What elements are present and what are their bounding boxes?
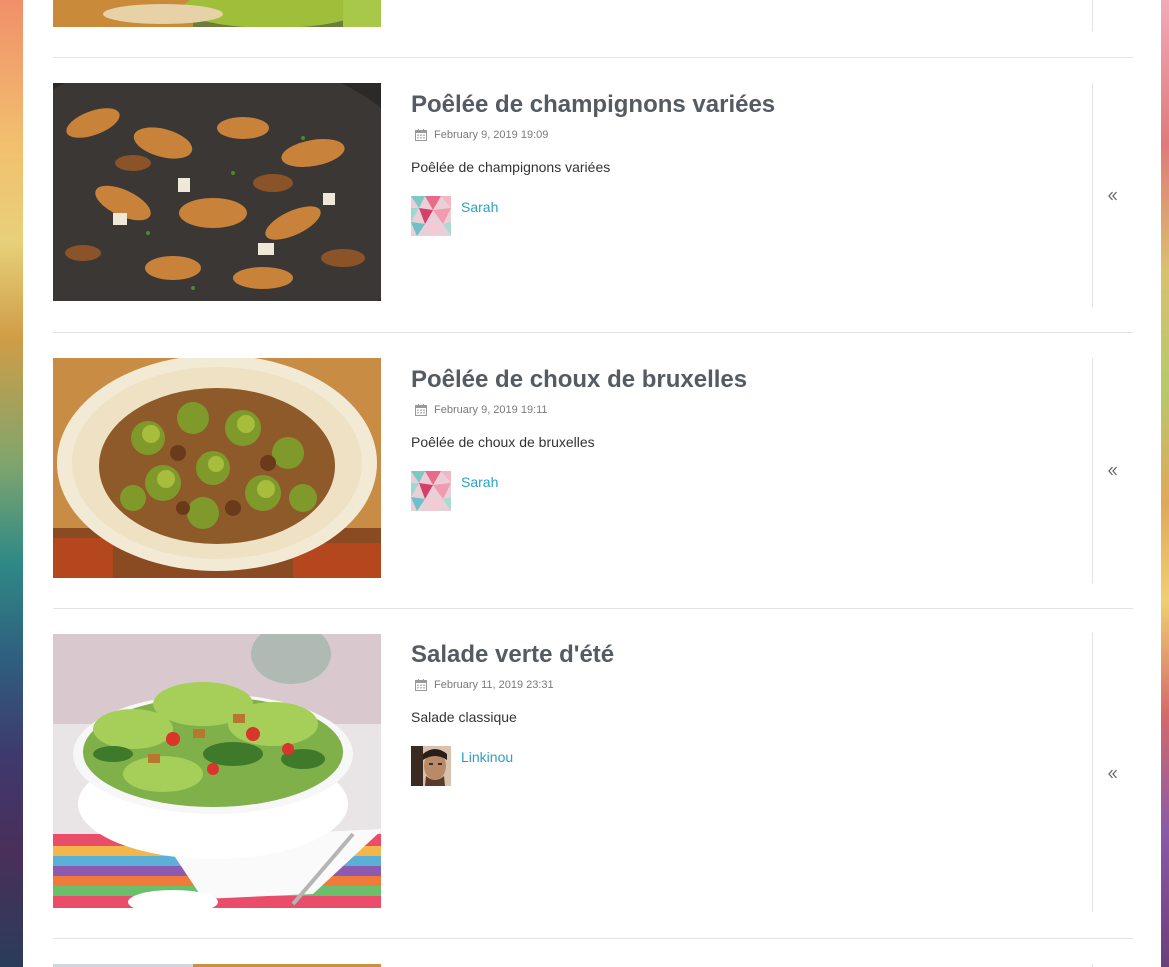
recipe-item: Poêlée de choux de bruxelles February 9,… [53,358,1133,583]
avatar[interactable] [411,471,451,511]
recipe-author: Linkinou [411,746,1071,786]
recipe-description: Poêlée de choux de bruxelles [411,434,595,450]
recipe-date: February 9, 2019 19:09 [411,128,1071,142]
calendar-icon [415,129,427,141]
recipe-list-panel: Poêlée de champignons variées February 9… [23,0,1161,967]
row-divider [53,938,1133,939]
recipe-item: Poêlée de champignons variées February 9… [53,83,1133,307]
recipe-date: February 11, 2019 23:31 [411,678,1071,692]
actions-column [1092,358,1134,583]
calendar-icon [415,679,427,691]
recipe-date-text: February 9, 2019 19:11 [434,404,548,416]
recipe-title[interactable]: Salade verte d'été [411,641,1071,669]
recipe-author: Sarah [411,196,1071,236]
recipe-description: Poêlée de champignons variées [411,159,611,175]
row-divider [53,57,1133,58]
recipe-date: February 9, 2019 19:11 [411,403,1071,417]
recipe-image[interactable] [53,358,381,578]
row-divider [53,332,1133,333]
actions-column [1092,83,1134,307]
row-divider [53,608,1133,609]
recipe-image[interactable] [53,634,381,908]
recipe-content: Poêlée de champignons variées February 9… [411,91,1071,236]
recipe-title[interactable]: Poêlée de choux de bruxelles [411,366,1071,394]
double-chevron-left-icon[interactable] [1106,464,1120,478]
recipe-image[interactable] [53,83,381,301]
recipe-title[interactable]: Poêlée de champignons variées [411,91,1071,119]
recipe-image-previous[interactable] [53,0,381,27]
background-pattern-left [0,0,23,967]
actions-column-previous [1092,0,1134,31]
recipe-date-text: February 11, 2019 23:31 [434,679,554,691]
double-chevron-left-icon[interactable] [1106,189,1120,203]
recipe-item: Salade verte d'été February 11, 2019 23:… [53,633,1133,912]
recipe-description: Salade classique [411,709,517,725]
avatar[interactable] [411,196,451,236]
author-link[interactable]: Sarah [461,199,498,215]
avatar[interactable] [411,746,451,786]
author-link[interactable]: Sarah [461,474,498,490]
double-chevron-left-icon[interactable] [1106,767,1120,781]
recipe-content: Salade verte d'été February 11, 2019 23:… [411,641,1071,786]
background-pattern-right [1161,0,1169,967]
recipe-content: Poêlée de choux de bruxelles February 9,… [411,366,1071,511]
recipe-author: Sarah [411,471,1071,511]
calendar-icon [415,404,427,416]
actions-column [1092,633,1134,912]
author-link[interactable]: Linkinou [461,749,513,765]
recipe-date-text: February 9, 2019 19:09 [434,129,549,141]
